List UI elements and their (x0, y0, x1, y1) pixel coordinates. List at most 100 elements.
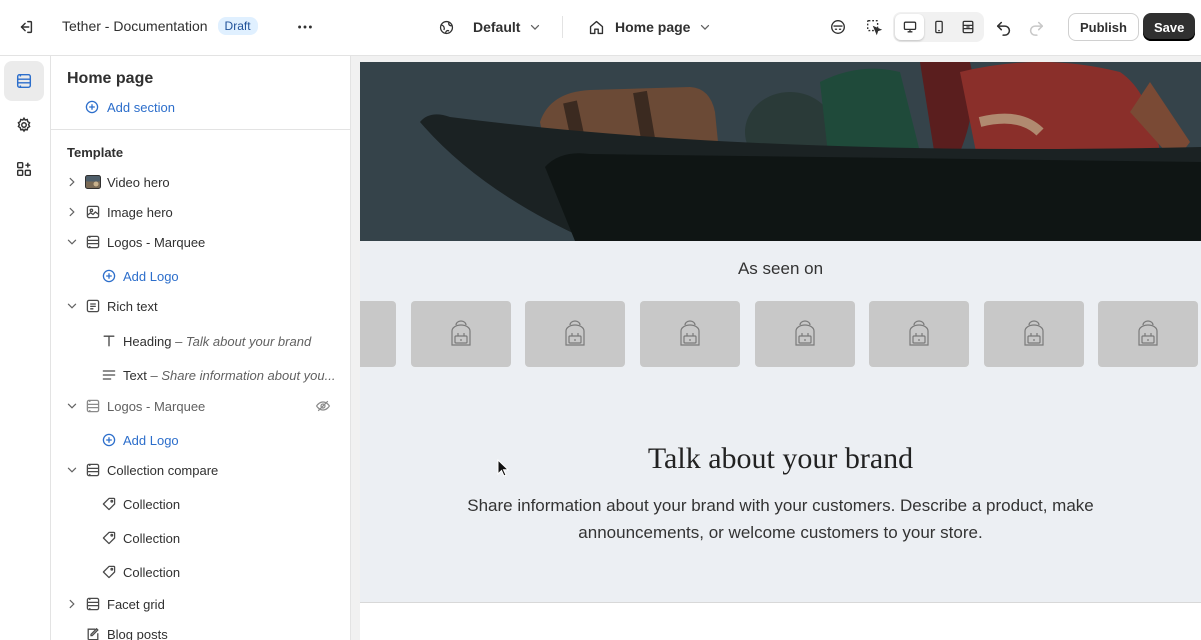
text-icon (102, 370, 116, 380)
section-label: Image hero (107, 204, 173, 220)
toolbar-divider (562, 16, 563, 38)
sections-panel: Home page Add section Template Video her… (51, 56, 351, 640)
panel-title: Home page (67, 70, 154, 87)
chevron-right-icon (69, 177, 75, 187)
heading-icon (103, 335, 115, 347)
image-icon (86, 205, 100, 219)
chevron-down-icon (701, 24, 710, 30)
tag-icon (102, 531, 116, 545)
page-selector[interactable]: Home page (588, 15, 712, 39)
template-label: Template (67, 145, 124, 160)
mobile-view-icon[interactable] (924, 14, 953, 40)
viewport-toggle (893, 12, 984, 42)
logo-placeholder[interactable] (869, 301, 969, 367)
logo-placeholder[interactable] (411, 301, 511, 367)
section-label: Logos - Marquee (107, 398, 206, 414)
settings-icon[interactable] (4, 105, 44, 145)
logo-placeholder[interactable] (984, 301, 1084, 367)
section-blog-posts[interactable]: Blog posts (51, 620, 350, 640)
block-label: Collection (123, 530, 181, 546)
section-rich-text[interactable]: Rich text (51, 292, 350, 320)
next-section[interactable] (360, 602, 1201, 640)
block-label: Heading – Talk about your brand (123, 333, 312, 349)
block-label: Text – Share information about you... (123, 367, 336, 383)
publish-button[interactable]: Publish (1068, 13, 1139, 41)
tag-icon (102, 565, 116, 579)
block-collection[interactable]: Collection (51, 558, 350, 586)
section-label: Facet grid (107, 596, 165, 612)
brand-heading[interactable]: Talk about your brand (360, 442, 1201, 476)
block-detail: Talk about your brand (185, 333, 312, 349)
backpack-icon (1024, 320, 1044, 346)
theme-selector[interactable]: Default (438, 15, 542, 39)
apps-icon[interactable] (4, 149, 44, 189)
theme-selector-label: Default (473, 19, 521, 35)
chevron-down-icon (67, 239, 77, 245)
store-title-group: Tether - Documentation Draft (62, 17, 258, 35)
section-image-hero[interactable]: Image hero (51, 198, 350, 226)
block-label: Collection (123, 496, 181, 512)
video-thumbnail-icon (85, 175, 101, 189)
panel-divider (51, 129, 350, 130)
section-label: Video hero (107, 174, 170, 190)
block-collection[interactable]: Collection (51, 490, 350, 518)
home-icon (589, 20, 604, 34)
sections-icon[interactable] (4, 61, 44, 101)
logo-placeholder[interactable] (640, 301, 740, 367)
plus-circle-icon (85, 100, 99, 114)
logo-placeholder[interactable] (360, 301, 396, 367)
blog-icon (87, 627, 99, 640)
hero-illustration (360, 62, 1201, 241)
brand-text[interactable]: Share information about your brand with … (420, 492, 1141, 546)
logo-placeholder[interactable] (755, 301, 855, 367)
backpack-icon (909, 320, 929, 346)
chevron-down-icon (531, 24, 540, 30)
save-button[interactable]: Save (1143, 13, 1196, 41)
inspector-icon[interactable] (860, 13, 888, 41)
preview-area[interactable]: As seen on Talk about your brand Share i… (351, 56, 1201, 640)
add-logo-label: Add Logo (123, 268, 179, 284)
store-preview[interactable]: As seen on Talk about your brand Share i… (360, 62, 1201, 640)
section-label: Collection compare (107, 462, 219, 478)
mouse-cursor-icon (497, 459, 509, 477)
add-logo-button[interactable]: Add Logo (51, 262, 350, 290)
backpack-icon (795, 320, 815, 346)
logo-placeholder[interactable] (525, 301, 625, 367)
section-logos-marquee[interactable]: Logos - Marquee (51, 228, 350, 256)
block-label: Collection (123, 564, 181, 580)
hero-image[interactable] (360, 62, 1201, 241)
add-section-button[interactable]: Add section (51, 93, 350, 121)
section-collection-compare[interactable]: Collection compare (51, 456, 350, 484)
add-logo-button[interactable]: Add Logo (51, 426, 350, 454)
tag-icon (102, 497, 116, 511)
chevron-down-icon (67, 467, 77, 473)
logo-placeholder[interactable] (1098, 301, 1198, 367)
block-heading[interactable]: Heading – Talk about your brand (51, 327, 350, 355)
block-collection[interactable]: Collection (51, 524, 350, 552)
eye-off-icon[interactable] (315, 398, 331, 414)
full-width-icon[interactable] (953, 14, 982, 40)
redo-icon[interactable] (1022, 13, 1050, 41)
exit-icon[interactable] (12, 13, 40, 41)
section-facet-grid[interactable]: Facet grid (51, 590, 350, 618)
block-text[interactable]: Text – Share information about you... (51, 361, 350, 389)
chevron-right-icon (69, 207, 75, 217)
status-badge: Draft (217, 17, 258, 35)
backpack-icon (680, 320, 700, 346)
store-title: Tether - Documentation (62, 18, 208, 34)
undo-icon[interactable] (990, 13, 1018, 41)
section-video-hero[interactable]: Video hero (51, 168, 350, 196)
add-section-label: Add section (107, 99, 175, 115)
section-label: Rich text (107, 298, 158, 314)
section-logos-marquee-hidden[interactable]: Logos - Marquee (51, 392, 350, 420)
marquee-icon (86, 463, 100, 477)
ai-assistant-icon[interactable] (824, 13, 852, 41)
globe-icon (439, 20, 454, 34)
marquee-icon (86, 399, 100, 413)
more-options-icon[interactable] (291, 13, 319, 41)
section-label: Blog posts (107, 626, 168, 640)
as-seen-on-heading: As seen on (737, 259, 824, 278)
desktop-view-icon[interactable] (895, 14, 924, 40)
page-selector-label: Home page (615, 19, 691, 35)
rich-text-icon (86, 299, 100, 313)
